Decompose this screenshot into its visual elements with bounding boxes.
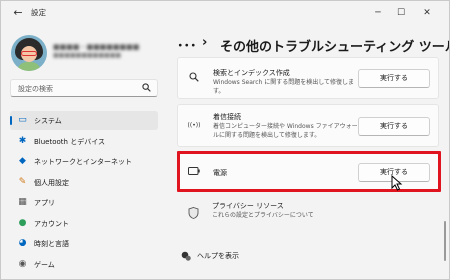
title-bar: ← 設定 ─ ☐ ✕ (1, 1, 449, 27)
help-label: ヘルプを表示 (197, 252, 239, 260)
privacy-title: プライバシー リソース (212, 202, 284, 210)
account-icon: ● (18, 217, 27, 228)
mouse-cursor-icon (391, 174, 403, 191)
user-email: ■■■■■■■■■■■■ (53, 52, 122, 59)
sidebar-item-label: 時刻と言語 (34, 240, 69, 248)
user-name: ■■■■・■■■■■■■■ (53, 43, 140, 51)
apps-icon: ▦ (18, 197, 27, 207)
sidebar-item-label: アカウント (34, 219, 69, 228)
sidebar-item-label: 個人用設定 (34, 178, 69, 187)
sidebar-item[interactable]: ▭ システム (10, 111, 158, 130)
sidebar-item-label: システム (34, 117, 62, 125)
help-icon (181, 251, 191, 263)
troubleshooter-description: Windows Search に関する問題を検出して修復します。 (213, 79, 355, 95)
sidebar-item[interactable]: ▦ アプリ (10, 193, 158, 212)
sidebar-item-label: ゲーム (34, 260, 55, 269)
privacy-resources[interactable]: プライバシー リソース これらの設定とプライバシーについて (177, 197, 439, 230)
time-language-icon: ◕ (18, 238, 27, 248)
search-icon (142, 83, 151, 94)
settings-window: ← 設定 ─ ☐ ✕ ■■■■・■■■■■■■■ ■■■■■■■■■■■■ 設定… (0, 0, 450, 280)
scrollbar[interactable] (444, 221, 446, 261)
troubleshooter-description: 着信コンピューター接続や Windows ファイアウォールに関する問題を検出して… (213, 123, 358, 139)
privacy-description[interactable]: これらの設定とプライバシーについて (212, 212, 412, 221)
sidebar-item-label: Bluetooth とデバイス (34, 137, 105, 146)
search-icon (188, 72, 200, 84)
breadcrumb-separator: › (202, 35, 208, 50)
brush-icon: ✎ (18, 176, 27, 187)
system-icon: ▭ (18, 115, 27, 125)
troubleshooter-incoming-connections: ((•)) 着信接続 着信コンピューター接続や Windows ファイアウォール… (177, 104, 439, 147)
bluetooth-icon: ✱ (18, 135, 27, 146)
sidebar-item[interactable]: ✱ Bluetooth とデバイス (10, 132, 158, 151)
sidebar-item-label: ネットワークとインターネット (34, 158, 132, 166)
window-title: 設定 (31, 8, 46, 17)
close-button[interactable]: ✕ (417, 4, 437, 22)
troubleshooter-search-indexing: 検索とインデックス作成 Windows Search に関する問題を検出して修復… (177, 57, 439, 99)
breadcrumb-more[interactable]: ･･･ (177, 35, 197, 54)
troubleshooter-title: 検索とインデックス作成 (213, 69, 290, 77)
search-placeholder: 設定の検索 (18, 85, 53, 93)
selection-indicator (10, 116, 12, 125)
run-search-indexing-button[interactable]: 実行する (358, 69, 430, 88)
avatar[interactable] (11, 35, 47, 71)
back-arrow-icon[interactable]: ← (10, 5, 26, 21)
run-incoming-connections-button[interactable]: 実行する (358, 117, 430, 136)
shield-icon (187, 207, 199, 219)
incoming-connection-icon: ((•)) (187, 122, 201, 129)
maximize-button[interactable]: ☐ (391, 4, 411, 22)
search-input[interactable]: 設定の検索 (10, 79, 158, 97)
sidebar-item[interactable]: ◕ 時刻と言語 (10, 234, 158, 253)
minimize-button[interactable]: ─ (368, 4, 388, 22)
gaming-icon: ◉ (18, 258, 27, 269)
sidebar-item[interactable]: ◉ ゲーム (10, 255, 158, 274)
sidebar-item[interactable]: ● アカウント (10, 214, 158, 233)
sidebar-item[interactable]: ◆ ネットワークとインターネット (10, 152, 158, 171)
page-title: その他のトラブルシューティング ツール (220, 40, 450, 55)
network-icon: ◆ (19, 156, 26, 166)
sidebar-item-label: アプリ (34, 199, 55, 207)
troubleshooter-title: 着信接続 (213, 113, 241, 121)
sidebar-item[interactable]: ✎ 個人用設定 (10, 173, 158, 192)
